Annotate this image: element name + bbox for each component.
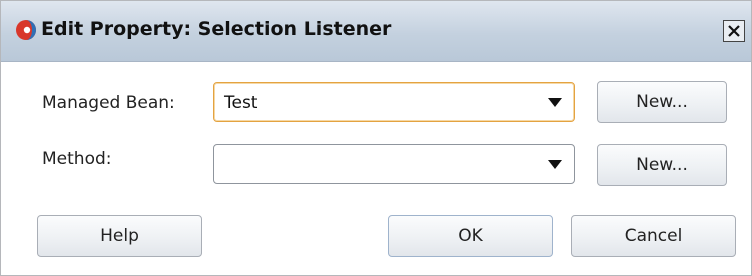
cancel-button[interactable]: Cancel — [571, 215, 736, 257]
ok-label: OK — [458, 226, 483, 246]
close-button[interactable] — [723, 20, 745, 42]
managed-bean-select[interactable]: Test — [213, 82, 575, 122]
cancel-label: Cancel — [624, 226, 683, 246]
oracle-swirl-icon — [15, 19, 37, 41]
managed-bean-new-label: New... — [636, 92, 688, 112]
edit-property-dialog: Edit Property: Selection Listener Manage… — [0, 0, 752, 276]
dialog-title: Edit Property: Selection Listener — [41, 18, 392, 40]
ok-button[interactable]: OK — [388, 215, 553, 257]
method-label: Method: — [42, 149, 112, 169]
managed-bean-new-button[interactable]: New... — [597, 81, 727, 123]
title-bar[interactable]: Edit Property: Selection Listener — [1, 1, 751, 62]
close-icon — [728, 25, 740, 37]
method-new-button[interactable]: New... — [597, 144, 727, 186]
method-new-label: New... — [636, 155, 688, 175]
method-select[interactable] — [213, 144, 575, 184]
chevron-down-icon[interactable] — [548, 160, 562, 169]
help-button[interactable]: Help — [37, 215, 202, 257]
help-label: Help — [100, 226, 139, 246]
managed-bean-label: Managed Bean: — [42, 93, 175, 113]
chevron-down-icon[interactable] — [548, 98, 562, 107]
managed-bean-value: Test — [224, 93, 258, 113]
